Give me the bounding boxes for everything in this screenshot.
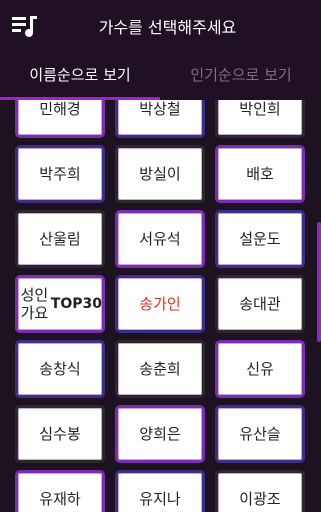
page-title: 가수를 선택해주세요 — [98, 18, 237, 37]
singer-button[interactable]: 송대관 — [215, 275, 305, 333]
singer-button[interactable]: 설운도 — [215, 210, 305, 268]
tab-by-name[interactable]: 이름순으로 보기 — [0, 52, 160, 97]
singer-button[interactable]: 서유석 — [115, 210, 205, 268]
singer-button[interactable]: 박상철 — [115, 100, 205, 138]
singer-button[interactable]: 송창식 — [15, 340, 105, 398]
singer-button[interactable]: 방실이 — [115, 145, 205, 203]
singer-button[interactable]: 산울림 — [15, 210, 105, 268]
app-header: 가수를 선택해주세요 — [0, 0, 321, 52]
singer-button[interactable]: 이광조 — [215, 470, 305, 512]
tab-bar: 이름순으로 보기 인기순으로 보기 — [0, 52, 321, 100]
singer-button[interactable]: 신유 — [215, 340, 305, 398]
singer-button[interactable]: 양희은 — [115, 405, 205, 463]
singer-button[interactable]: 유재하 — [15, 470, 105, 512]
singer-grid: 민해경 박상철 박인희박주희 방실이 배호산울림 서유석 설운도성인가요 TOP30 송가인 송대… — [0, 100, 321, 512]
singer-button[interactable]: 성인가요 TOP30 — [15, 275, 105, 333]
singer-button[interactable]: 배호 — [215, 145, 305, 203]
tab-by-popularity[interactable]: 인기순으로 보기 — [161, 52, 321, 97]
singer-button[interactable]: 심수봉 — [15, 405, 105, 463]
scrollbar-thumb[interactable] — [317, 222, 321, 342]
singer-button[interactable]: 민해경 — [15, 100, 105, 138]
singer-button[interactable]: 송가인 — [115, 275, 205, 333]
singer-button[interactable]: 박주희 — [15, 145, 105, 203]
singer-button[interactable]: 유산슬 — [215, 405, 305, 463]
singer-button[interactable]: 박인희 — [215, 100, 305, 138]
singer-button[interactable]: 송춘희 — [115, 340, 205, 398]
singer-button[interactable]: 유지나 — [115, 470, 205, 512]
